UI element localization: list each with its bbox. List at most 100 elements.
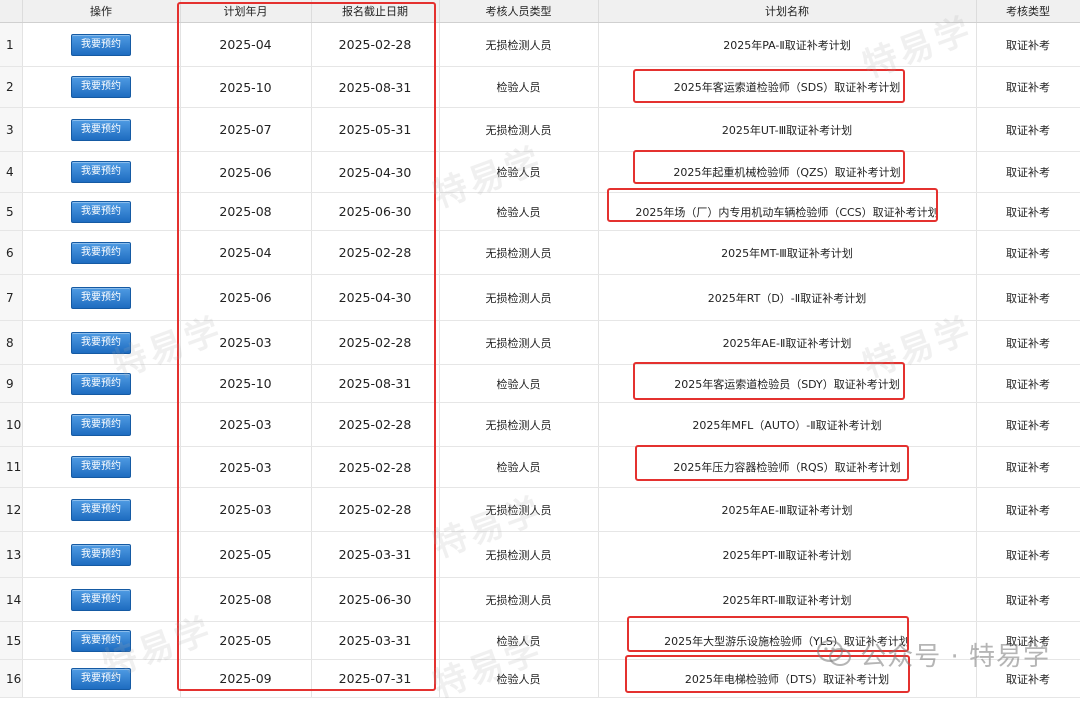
plan-name-cell: 2025年RT-Ⅲ取证补考计划 bbox=[598, 577, 977, 622]
exam-type-cell: 取证补考 bbox=[976, 274, 1080, 321]
deadline-cell: 2025-02-28 bbox=[311, 320, 440, 365]
exam-type-cell: 取证补考 bbox=[976, 531, 1080, 578]
plan-name-cell: 2025年压力容器检验师（RQS）取证补考计划 bbox=[598, 446, 977, 488]
table-row: 6 我要预约 2025-04 2025-02-28 无损检测人员 2025年MT-Ⅲ取证补… bbox=[0, 230, 1080, 275]
action-cell: 我要预约 bbox=[22, 151, 181, 193]
row-index: 8 bbox=[0, 320, 23, 365]
header-plan-month: 计划年月 bbox=[180, 0, 312, 23]
plan-month-cell: 2025-08 bbox=[180, 192, 312, 231]
person-type-cell: 无损检测人员 bbox=[439, 320, 599, 365]
action-cell: 我要预约 bbox=[22, 192, 181, 231]
person-type-cell: 无损检测人员 bbox=[439, 107, 599, 152]
plan-month-cell: 2025-03 bbox=[180, 320, 312, 365]
deadline-cell: 2025-06-30 bbox=[311, 577, 440, 622]
book-appointment-button[interactable]: 我要预约 bbox=[71, 33, 131, 56]
table-body: 1 我要预约 2025-04 2025-02-28 无损检测人员 2025年PA-Ⅱ取证补… bbox=[0, 22, 1080, 698]
deadline-cell: 2025-02-28 bbox=[311, 487, 440, 532]
book-appointment-button[interactable]: 我要预约 bbox=[71, 331, 131, 354]
deadline-cell: 2025-03-31 bbox=[311, 621, 440, 660]
row-index: 16 bbox=[0, 659, 23, 698]
plan-name-cell: 2025年PT-Ⅲ取证补考计划 bbox=[598, 531, 977, 578]
action-cell: 我要预约 bbox=[22, 487, 181, 532]
action-cell: 我要预约 bbox=[22, 66, 181, 108]
plan-month-cell: 2025-03 bbox=[180, 446, 312, 488]
book-appointment-button[interactable]: 我要预约 bbox=[71, 667, 131, 690]
table-row: 16 我要预约 2025-09 2025-07-31 检验人员 2025年电梯检验师（DT… bbox=[0, 659, 1080, 698]
row-index: 9 bbox=[0, 364, 23, 403]
plan-name-cell: 2025年MT-Ⅲ取证补考计划 bbox=[598, 230, 977, 275]
plan-name-cell: 2025年RT（D）-Ⅱ取证补考计划 bbox=[598, 274, 977, 321]
deadline-cell: 2025-05-31 bbox=[311, 107, 440, 152]
book-appointment-button[interactable]: 我要预约 bbox=[71, 413, 131, 436]
deadline-cell: 2025-02-28 bbox=[311, 446, 440, 488]
deadline-cell: 2025-07-31 bbox=[311, 659, 440, 698]
table-row: 15 我要预约 2025-05 2025-03-31 检验人员 2025年大型游乐设施检验… bbox=[0, 621, 1080, 660]
exam-type-cell: 取证补考 bbox=[976, 487, 1080, 532]
plan-month-cell: 2025-08 bbox=[180, 577, 312, 622]
deadline-cell: 2025-03-31 bbox=[311, 531, 440, 578]
row-index: 5 bbox=[0, 192, 23, 231]
exam-type-cell: 取证补考 bbox=[976, 320, 1080, 365]
header-deadline: 报名截止日期 bbox=[311, 0, 440, 23]
person-type-cell: 无损检测人员 bbox=[439, 402, 599, 447]
action-cell: 我要预约 bbox=[22, 230, 181, 275]
person-type-cell: 无损检测人员 bbox=[439, 22, 599, 67]
book-appointment-button[interactable]: 我要预约 bbox=[71, 543, 131, 566]
row-index: 6 bbox=[0, 230, 23, 275]
plan-month-cell: 2025-05 bbox=[180, 531, 312, 578]
book-appointment-button[interactable]: 我要预约 bbox=[71, 629, 131, 652]
exam-type-cell: 取证补考 bbox=[976, 402, 1080, 447]
exam-type-cell: 取证补考 bbox=[976, 230, 1080, 275]
header-index bbox=[0, 0, 23, 23]
plan-month-cell: 2025-07 bbox=[180, 107, 312, 152]
action-cell: 我要预约 bbox=[22, 577, 181, 622]
exam-type-cell: 取证补考 bbox=[976, 659, 1080, 698]
header-exam-type: 考核类型 bbox=[976, 0, 1080, 23]
book-appointment-button[interactable]: 我要预约 bbox=[71, 200, 131, 223]
book-appointment-button[interactable]: 我要预约 bbox=[71, 241, 131, 264]
plan-name-cell: 2025年客运索道检验员（SDY）取证补考计划 bbox=[598, 364, 977, 403]
deadline-cell: 2025-06-30 bbox=[311, 192, 440, 231]
person-type-cell: 检验人员 bbox=[439, 446, 599, 488]
action-cell: 我要预约 bbox=[22, 402, 181, 447]
table-header-row: 操作 计划年月 报名截止日期 考核人员类型 计划名称 考核类型 bbox=[0, 0, 1080, 23]
row-index: 7 bbox=[0, 274, 23, 321]
exam-type-cell: 取证补考 bbox=[976, 107, 1080, 152]
exam-type-cell: 取证补考 bbox=[976, 192, 1080, 231]
row-index: 14 bbox=[0, 577, 23, 622]
table-row: 7 我要预约 2025-06 2025-04-30 无损检测人员 2025年RT（D）-Ⅱ… bbox=[0, 274, 1080, 321]
person-type-cell: 无损检测人员 bbox=[439, 230, 599, 275]
exam-type-cell: 取证补考 bbox=[976, 446, 1080, 488]
table-row: 3 我要预约 2025-07 2025-05-31 无损检测人员 2025年UT-Ⅲ取证补… bbox=[0, 107, 1080, 152]
exam-type-cell: 取证补考 bbox=[976, 364, 1080, 403]
book-appointment-button[interactable]: 我要预约 bbox=[71, 372, 131, 395]
table-row: 12 我要预约 2025-03 2025-02-28 无损检测人员 2025年AE-Ⅲ取证… bbox=[0, 487, 1080, 532]
plan-name-cell: 2025年AE-Ⅱ取证补考计划 bbox=[598, 320, 977, 365]
plan-name-cell: 2025年PA-Ⅱ取证补考计划 bbox=[598, 22, 977, 67]
book-appointment-button[interactable]: 我要预约 bbox=[71, 456, 131, 478]
book-appointment-button[interactable]: 我要预约 bbox=[71, 588, 131, 611]
action-cell: 我要预约 bbox=[22, 621, 181, 660]
row-index: 15 bbox=[0, 621, 23, 660]
plan-name-cell: 2025年大型游乐设施检验师（YLS）取证补考计划 bbox=[598, 621, 977, 660]
book-appointment-button[interactable]: 我要预约 bbox=[71, 118, 131, 141]
exam-type-cell: 取证补考 bbox=[976, 621, 1080, 660]
action-cell: 我要预约 bbox=[22, 320, 181, 365]
plan-month-cell: 2025-03 bbox=[180, 402, 312, 447]
plan-name-cell: 2025年客运索道检验师（SDS）取证补考计划 bbox=[598, 66, 977, 108]
book-appointment-button[interactable]: 我要预约 bbox=[71, 161, 131, 183]
plan-name-cell: 2025年起重机械检验师（QZS）取证补考计划 bbox=[598, 151, 977, 193]
action-cell: 我要预约 bbox=[22, 274, 181, 321]
book-appointment-button[interactable]: 我要预约 bbox=[71, 286, 131, 309]
table-row: 10 我要预约 2025-03 2025-02-28 无损检测人员 2025年MFL（AU… bbox=[0, 402, 1080, 447]
deadline-cell: 2025-04-30 bbox=[311, 274, 440, 321]
row-index: 12 bbox=[0, 487, 23, 532]
header-person-type: 考核人员类型 bbox=[439, 0, 599, 23]
person-type-cell: 检验人员 bbox=[439, 192, 599, 231]
plan-month-cell: 2025-05 bbox=[180, 621, 312, 660]
deadline-cell: 2025-02-28 bbox=[311, 22, 440, 67]
action-cell: 我要预约 bbox=[22, 22, 181, 67]
exam-type-cell: 取证补考 bbox=[976, 151, 1080, 193]
book-appointment-button[interactable]: 我要预约 bbox=[71, 498, 131, 521]
book-appointment-button[interactable]: 我要预约 bbox=[71, 76, 131, 98]
